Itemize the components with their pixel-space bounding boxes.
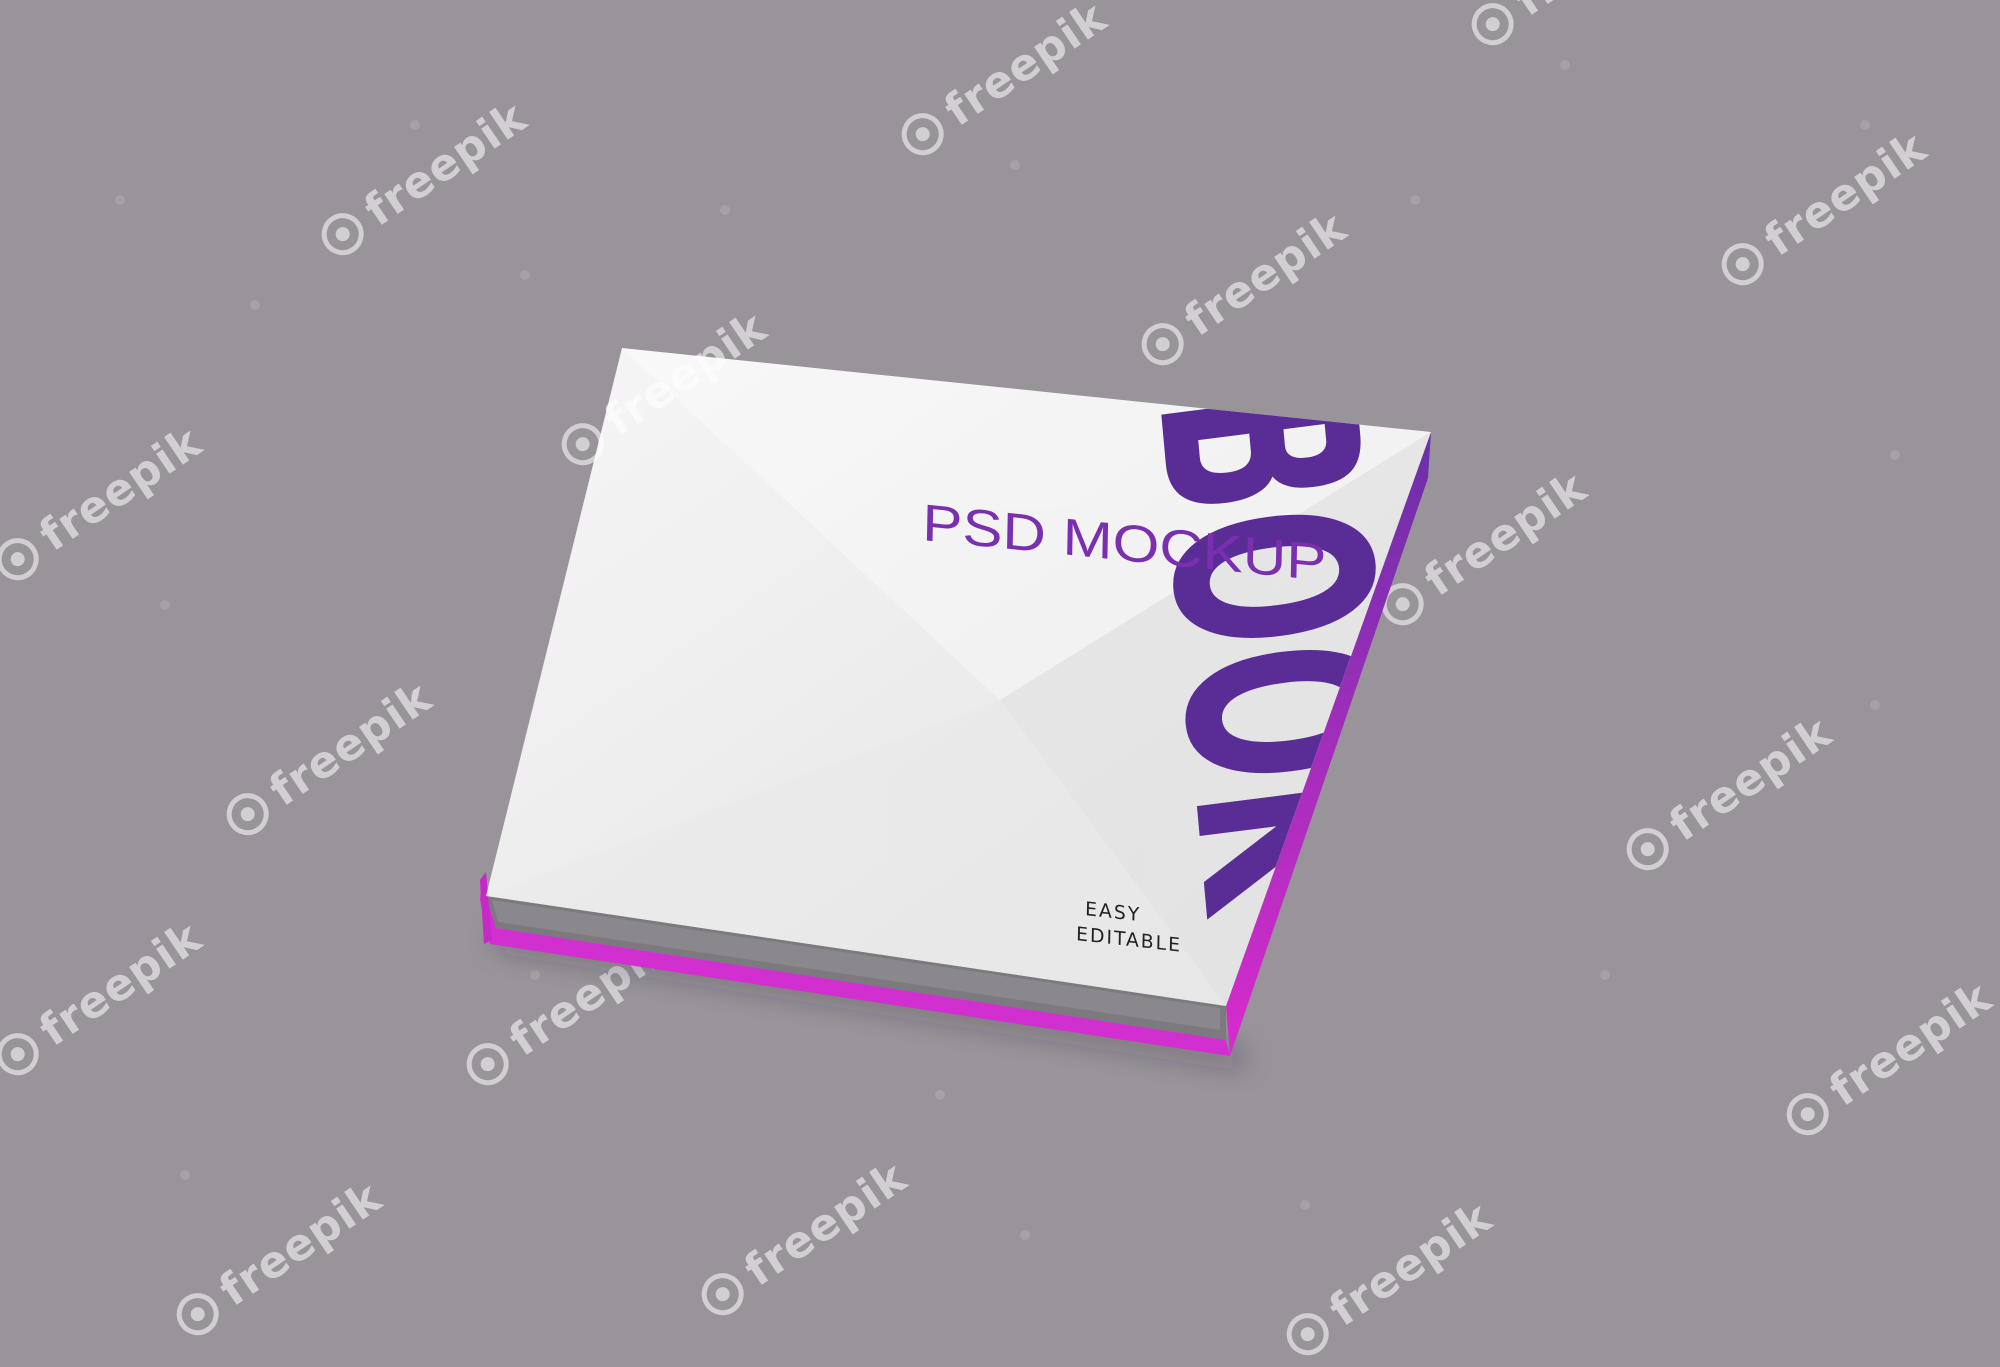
cover-big-title: BOOK — [1096, 369, 1454, 929]
book: BOOK PSD MOCKUP EASY EDITABLE — [480, 348, 1454, 1065]
mockup-scene: freepik freepik freepik freepik freepik freep… — [0, 0, 2000, 1363]
